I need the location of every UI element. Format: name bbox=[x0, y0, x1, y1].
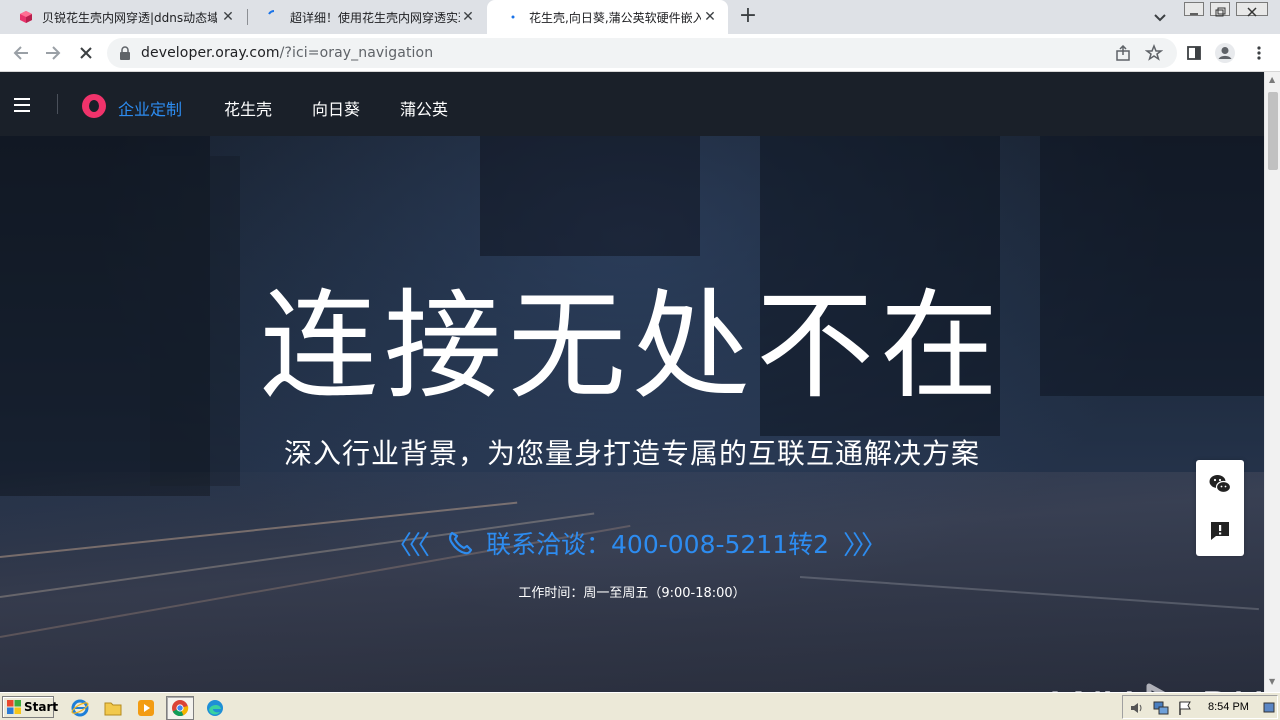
working-hours: 工作时间：周一至周五（9:00-18:00） bbox=[518, 586, 746, 601]
new-tab-button[interactable]: + bbox=[736, 5, 760, 29]
tab-close-icon[interactable]: ✕ bbox=[220, 9, 236, 25]
hamburger-menu-icon[interactable] bbox=[14, 98, 30, 112]
tab-close-icon[interactable]: ✕ bbox=[460, 9, 476, 25]
chrome-icon[interactable] bbox=[166, 696, 194, 720]
tab-title: 花生壳,向日葵,蒲公英软硬件嵌入,DI bbox=[529, 10, 701, 25]
scroll-up-arrow-icon[interactable]: ▲ bbox=[1269, 76, 1277, 84]
forward-arrow-icon[interactable] bbox=[42, 42, 64, 64]
profile-avatar-icon[interactable] bbox=[1214, 42, 1236, 64]
chevrons-right: 〉〉〉 bbox=[843, 530, 887, 561]
page-scrollbar[interactable]: ▲ ▼ bbox=[1264, 72, 1280, 692]
restore-button[interactable] bbox=[1210, 2, 1230, 17]
kebab-menu-icon[interactable] bbox=[1248, 42, 1270, 64]
phone-icon bbox=[446, 529, 474, 557]
side-panel-icon[interactable] bbox=[1183, 42, 1205, 64]
oray-logo[interactable] bbox=[82, 94, 106, 118]
close-window-button[interactable] bbox=[1236, 2, 1268, 17]
tab-strip: 贝锐花生壳内网穿透|ddns动态域名 ✕ 超详细！使用花生壳内网穿透实现外 ✕ … bbox=[0, 0, 1280, 34]
hero-subtitle: 深入行业背景，为您量身打造专属的互联互通解决方案 bbox=[283, 437, 980, 470]
ie-icon[interactable] bbox=[70, 698, 90, 718]
show-desktop-icon[interactable] bbox=[1263, 700, 1279, 716]
watermark-right-text: RUN bbox=[1201, 683, 1264, 693]
windows-flag-icon bbox=[7, 700, 21, 714]
floating-side-panel bbox=[1196, 460, 1244, 556]
nav-divider bbox=[57, 94, 58, 114]
start-label: Start bbox=[24, 700, 59, 714]
url-path: /?ici=oray_navigation bbox=[279, 45, 434, 61]
hero-title: 连接无处不在 bbox=[259, 277, 1004, 415]
site-header: 企业定制 花生壳 向日葵 蒲公英 bbox=[0, 72, 1264, 136]
lock-icon[interactable] bbox=[119, 45, 131, 64]
play-triangle-icon bbox=[1139, 680, 1195, 692]
page-viewport: 企业定制 花生壳 向日葵 蒲公英 连接无处不在 深入行业背景，为您量身打造专属的… bbox=[0, 72, 1264, 692]
contact-phone-text: 联系洽谈：400-008-5211转2 bbox=[486, 530, 830, 559]
hero-banner: 连接无处不在 深入行业背景，为您量身打造专属的互联互通解决方案 〈〈〈 联系洽谈… bbox=[0, 136, 1264, 692]
loading-dot-icon bbox=[505, 9, 521, 25]
address-bar[interactable]: developer.oray.com/?ici=oray_navigation bbox=[107, 38, 1177, 68]
windows-taskbar: Start 8:54 PM bbox=[0, 692, 1280, 720]
tab-tutorial[interactable]: 超详细！使用花生壳内网穿透实现外 ✕ bbox=[248, 0, 486, 34]
nav-item-xiangrikui[interactable]: 向日葵 bbox=[312, 96, 360, 120]
bookmark-star-icon[interactable] bbox=[1143, 42, 1165, 64]
nav-item-pugongying[interactable]: 蒲公英 bbox=[400, 96, 448, 120]
share-icon[interactable] bbox=[1112, 42, 1134, 64]
start-button[interactable]: Start bbox=[2, 696, 58, 718]
watermark-left-text: ANY bbox=[1040, 683, 1133, 693]
tab-search-chevron-icon[interactable] bbox=[1150, 8, 1170, 28]
edge-icon[interactable] bbox=[205, 698, 225, 718]
wechat-icon[interactable] bbox=[1208, 472, 1232, 496]
taskbar-clock: 8:54 PM bbox=[1208, 701, 1249, 713]
anyrun-watermark: ANY RUN bbox=[1040, 680, 1264, 692]
browser-toolbar: developer.oray.com/?ici=oray_navigation bbox=[0, 34, 1280, 72]
contact-link[interactable]: 〈〈〈 联系洽谈：400-008-5211转2 〉〉〉 bbox=[386, 526, 887, 561]
folder-icon[interactable] bbox=[103, 698, 123, 718]
hero-bg-building bbox=[480, 136, 700, 256]
tab-oray-ddns[interactable]: 贝锐花生壳内网穿透|ddns动态域名 ✕ bbox=[0, 0, 246, 34]
network-icon[interactable] bbox=[1153, 700, 1169, 716]
loading-spinner-icon bbox=[266, 9, 282, 25]
feedback-icon[interactable] bbox=[1208, 519, 1232, 543]
tab-title: 超详细！使用花生壳内网穿透实现外 bbox=[290, 10, 460, 25]
oray-cube-icon bbox=[18, 9, 34, 25]
url-text[interactable]: developer.oray.com/?ici=oray_navigation bbox=[141, 45, 433, 61]
nav-item-huashengke[interactable]: 花生壳 bbox=[224, 96, 272, 120]
media-player-icon[interactable] bbox=[136, 698, 156, 718]
system-tray bbox=[1122, 695, 1278, 719]
nav-item-enterprise[interactable]: 企业定制 bbox=[118, 96, 182, 120]
scrollbar-thumb[interactable] bbox=[1268, 92, 1278, 170]
tab-developer-oray[interactable]: 花生壳,向日葵,蒲公英软硬件嵌入,DI ✕ bbox=[487, 0, 728, 34]
tab-close-icon[interactable]: ✕ bbox=[702, 9, 718, 25]
url-host: developer.oray.com bbox=[141, 45, 280, 61]
back-arrow-icon[interactable] bbox=[10, 42, 32, 64]
action-center-flag-icon[interactable] bbox=[1177, 700, 1193, 716]
tab-title: 贝锐花生壳内网穿透|ddns动态域名 bbox=[42, 10, 217, 25]
volume-icon[interactable] bbox=[1129, 700, 1145, 716]
chevrons-left: 〈〈〈 bbox=[386, 530, 430, 561]
stop-loading-icon[interactable] bbox=[75, 42, 97, 64]
minimize-button[interactable] bbox=[1184, 2, 1204, 16]
scroll-down-arrow-icon[interactable]: ▼ bbox=[1269, 678, 1277, 686]
